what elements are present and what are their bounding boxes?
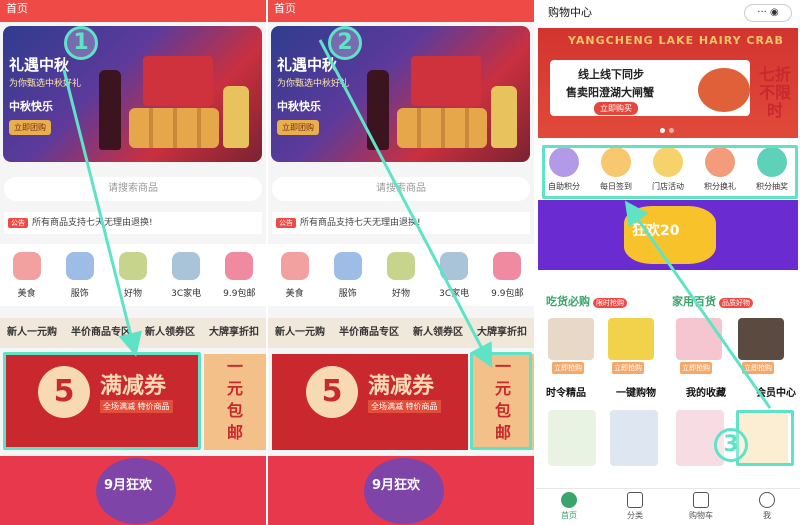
- arrow-step-1: [62, 69, 142, 357]
- guide-arrows: [62, 39, 772, 409]
- arrow-step-3: [624, 200, 772, 409]
- arrow-step-2: [318, 39, 493, 368]
